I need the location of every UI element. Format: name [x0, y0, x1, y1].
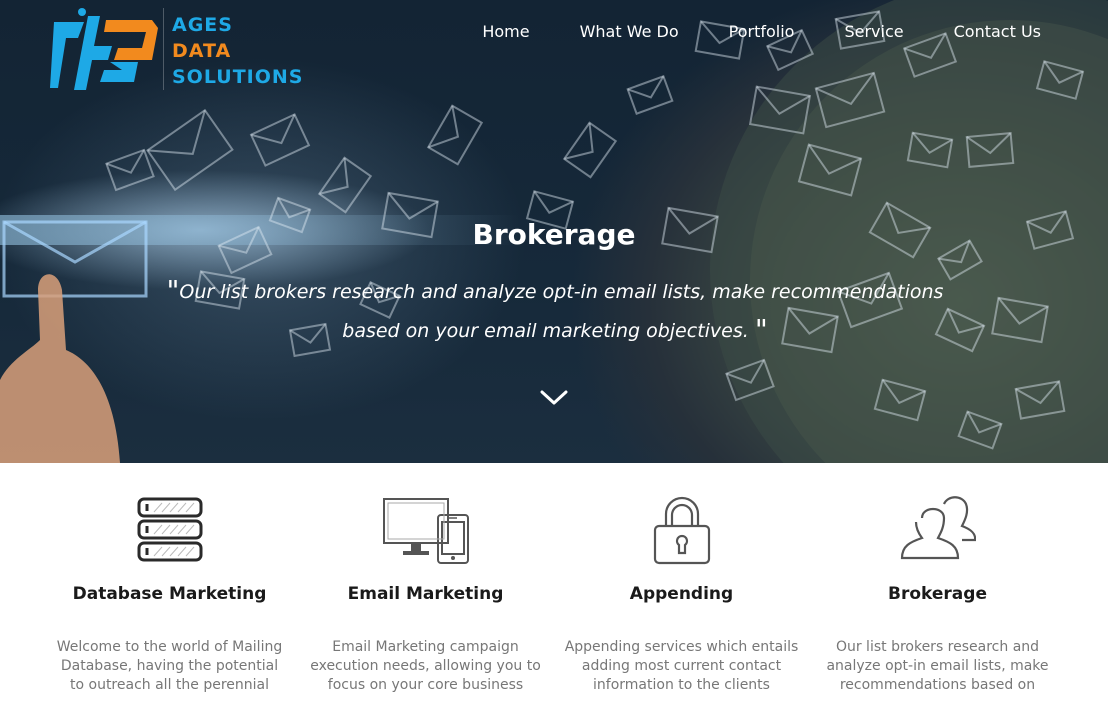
service-description: Our list brokers research and analyze op…	[826, 639, 1049, 693]
service-title: Email Marketing	[347, 584, 504, 604]
service-title: Brokerage	[888, 584, 987, 604]
hero-title: Brokerage	[472, 218, 636, 251]
nav-portfolio[interactable]: Portfolio	[729, 22, 795, 41]
hero-quote-text: Our list brokers research and analyze op…	[179, 281, 944, 342]
nav-contact-us[interactable]: Contact Us	[954, 22, 1041, 41]
hero-quote: "Our list brokers research and analyze o…	[160, 272, 950, 350]
users-icon	[900, 496, 976, 560]
service-description: Email Marketing campaign execution needs…	[310, 639, 541, 693]
service-title: Database Marketing	[72, 584, 267, 604]
database-icon	[137, 497, 202, 562]
lock-icon	[653, 496, 710, 565]
devices-icon	[382, 498, 469, 564]
service-description: Welcome to the world of Mailing Database…	[56, 639, 283, 693]
close-quote-mark: "	[754, 313, 768, 346]
services-section: Database Marketing Welcome to the world …	[0, 463, 1108, 701]
logo-line-ages: AGES	[172, 14, 233, 36]
open-quote-mark: "	[166, 274, 180, 307]
brand-logo[interactable]: AGES DATA SOLUTIONS	[48, 2, 328, 94]
service-title: Appending	[629, 584, 734, 604]
logo-divider	[163, 8, 164, 90]
chevron-down-icon[interactable]	[540, 388, 568, 408]
main-navigation: Home What We Do Portfolio Service Contac…	[482, 22, 1041, 41]
logo-line-data: DATA	[172, 40, 232, 62]
logo-wordmark: AGES DATA SOLUTIONS	[172, 12, 303, 90]
nav-what-we-do[interactable]: What We Do	[580, 22, 679, 41]
nav-home[interactable]: Home	[482, 22, 529, 41]
logo-line-solutions: SOLUTIONS	[172, 66, 304, 88]
logo-mark-icon	[50, 8, 158, 90]
nav-service[interactable]: Service	[844, 22, 903, 41]
hero-banner: AGES DATA SOLUTIONS Home What We Do Port…	[0, 0, 1108, 463]
service-description: Appending services which entails adding …	[564, 639, 799, 693]
